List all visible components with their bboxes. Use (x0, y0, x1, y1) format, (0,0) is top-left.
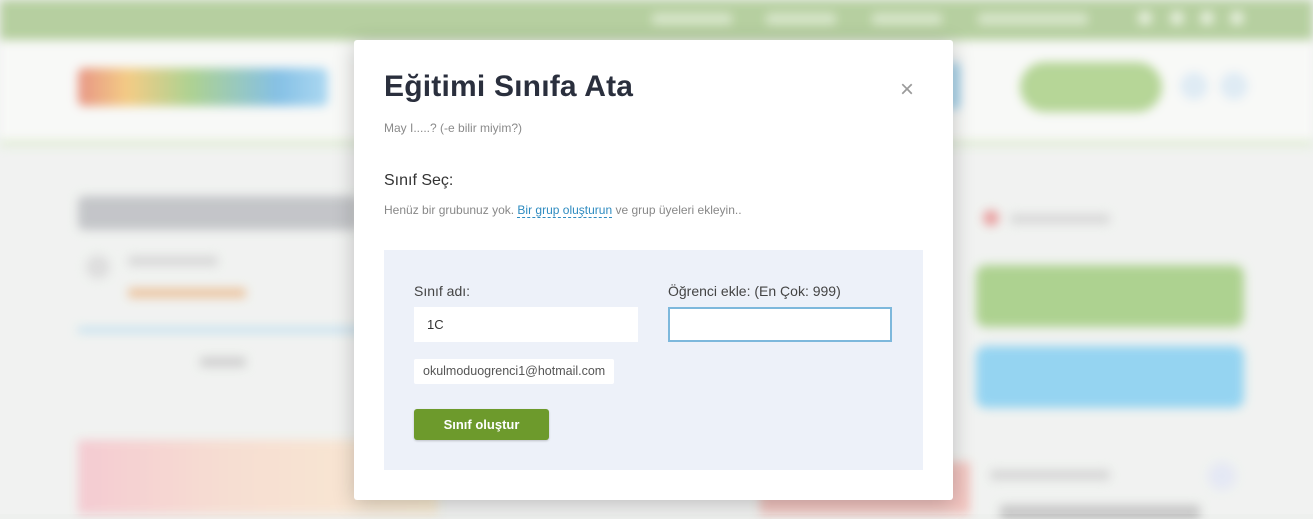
no-group-info: Henüz bir grubunuz yok. Bir grup oluştur… (384, 203, 742, 218)
class-select-label: Sınıf Seç: (384, 172, 454, 189)
create-class-panel: Sınıf adı: Öğrenci ekle: (En Çok: 999) o… (384, 250, 923, 470)
create-class-button[interactable]: Sınıf oluştur (414, 409, 549, 440)
modal-subtitle: May I.....? (-e bilir miyim?) (384, 121, 523, 135)
create-group-link[interactable]: Bir grup oluşturun (517, 203, 613, 218)
class-name-input[interactable] (414, 307, 638, 342)
student-add-input[interactable] (668, 307, 892, 342)
info-prefix: Henüz bir grubunuz yok. (384, 203, 515, 217)
info-suffix: ve grup üyeleri ekleyin.. (615, 203, 742, 217)
student-add-label: Öğrenci ekle: (En Çok: 999) (668, 283, 841, 299)
modal-title: Eğitimi Sınıfa Ata (384, 70, 634, 103)
close-icon[interactable]: × (895, 78, 919, 102)
assign-class-modal: Eğitimi Sınıfa Ata × May I.....? (-e bil… (354, 40, 953, 500)
student-email-chip[interactable]: okulmoduogrenci1@hotmail.com (414, 359, 615, 384)
class-name-label: Sınıf adı: (414, 283, 471, 299)
